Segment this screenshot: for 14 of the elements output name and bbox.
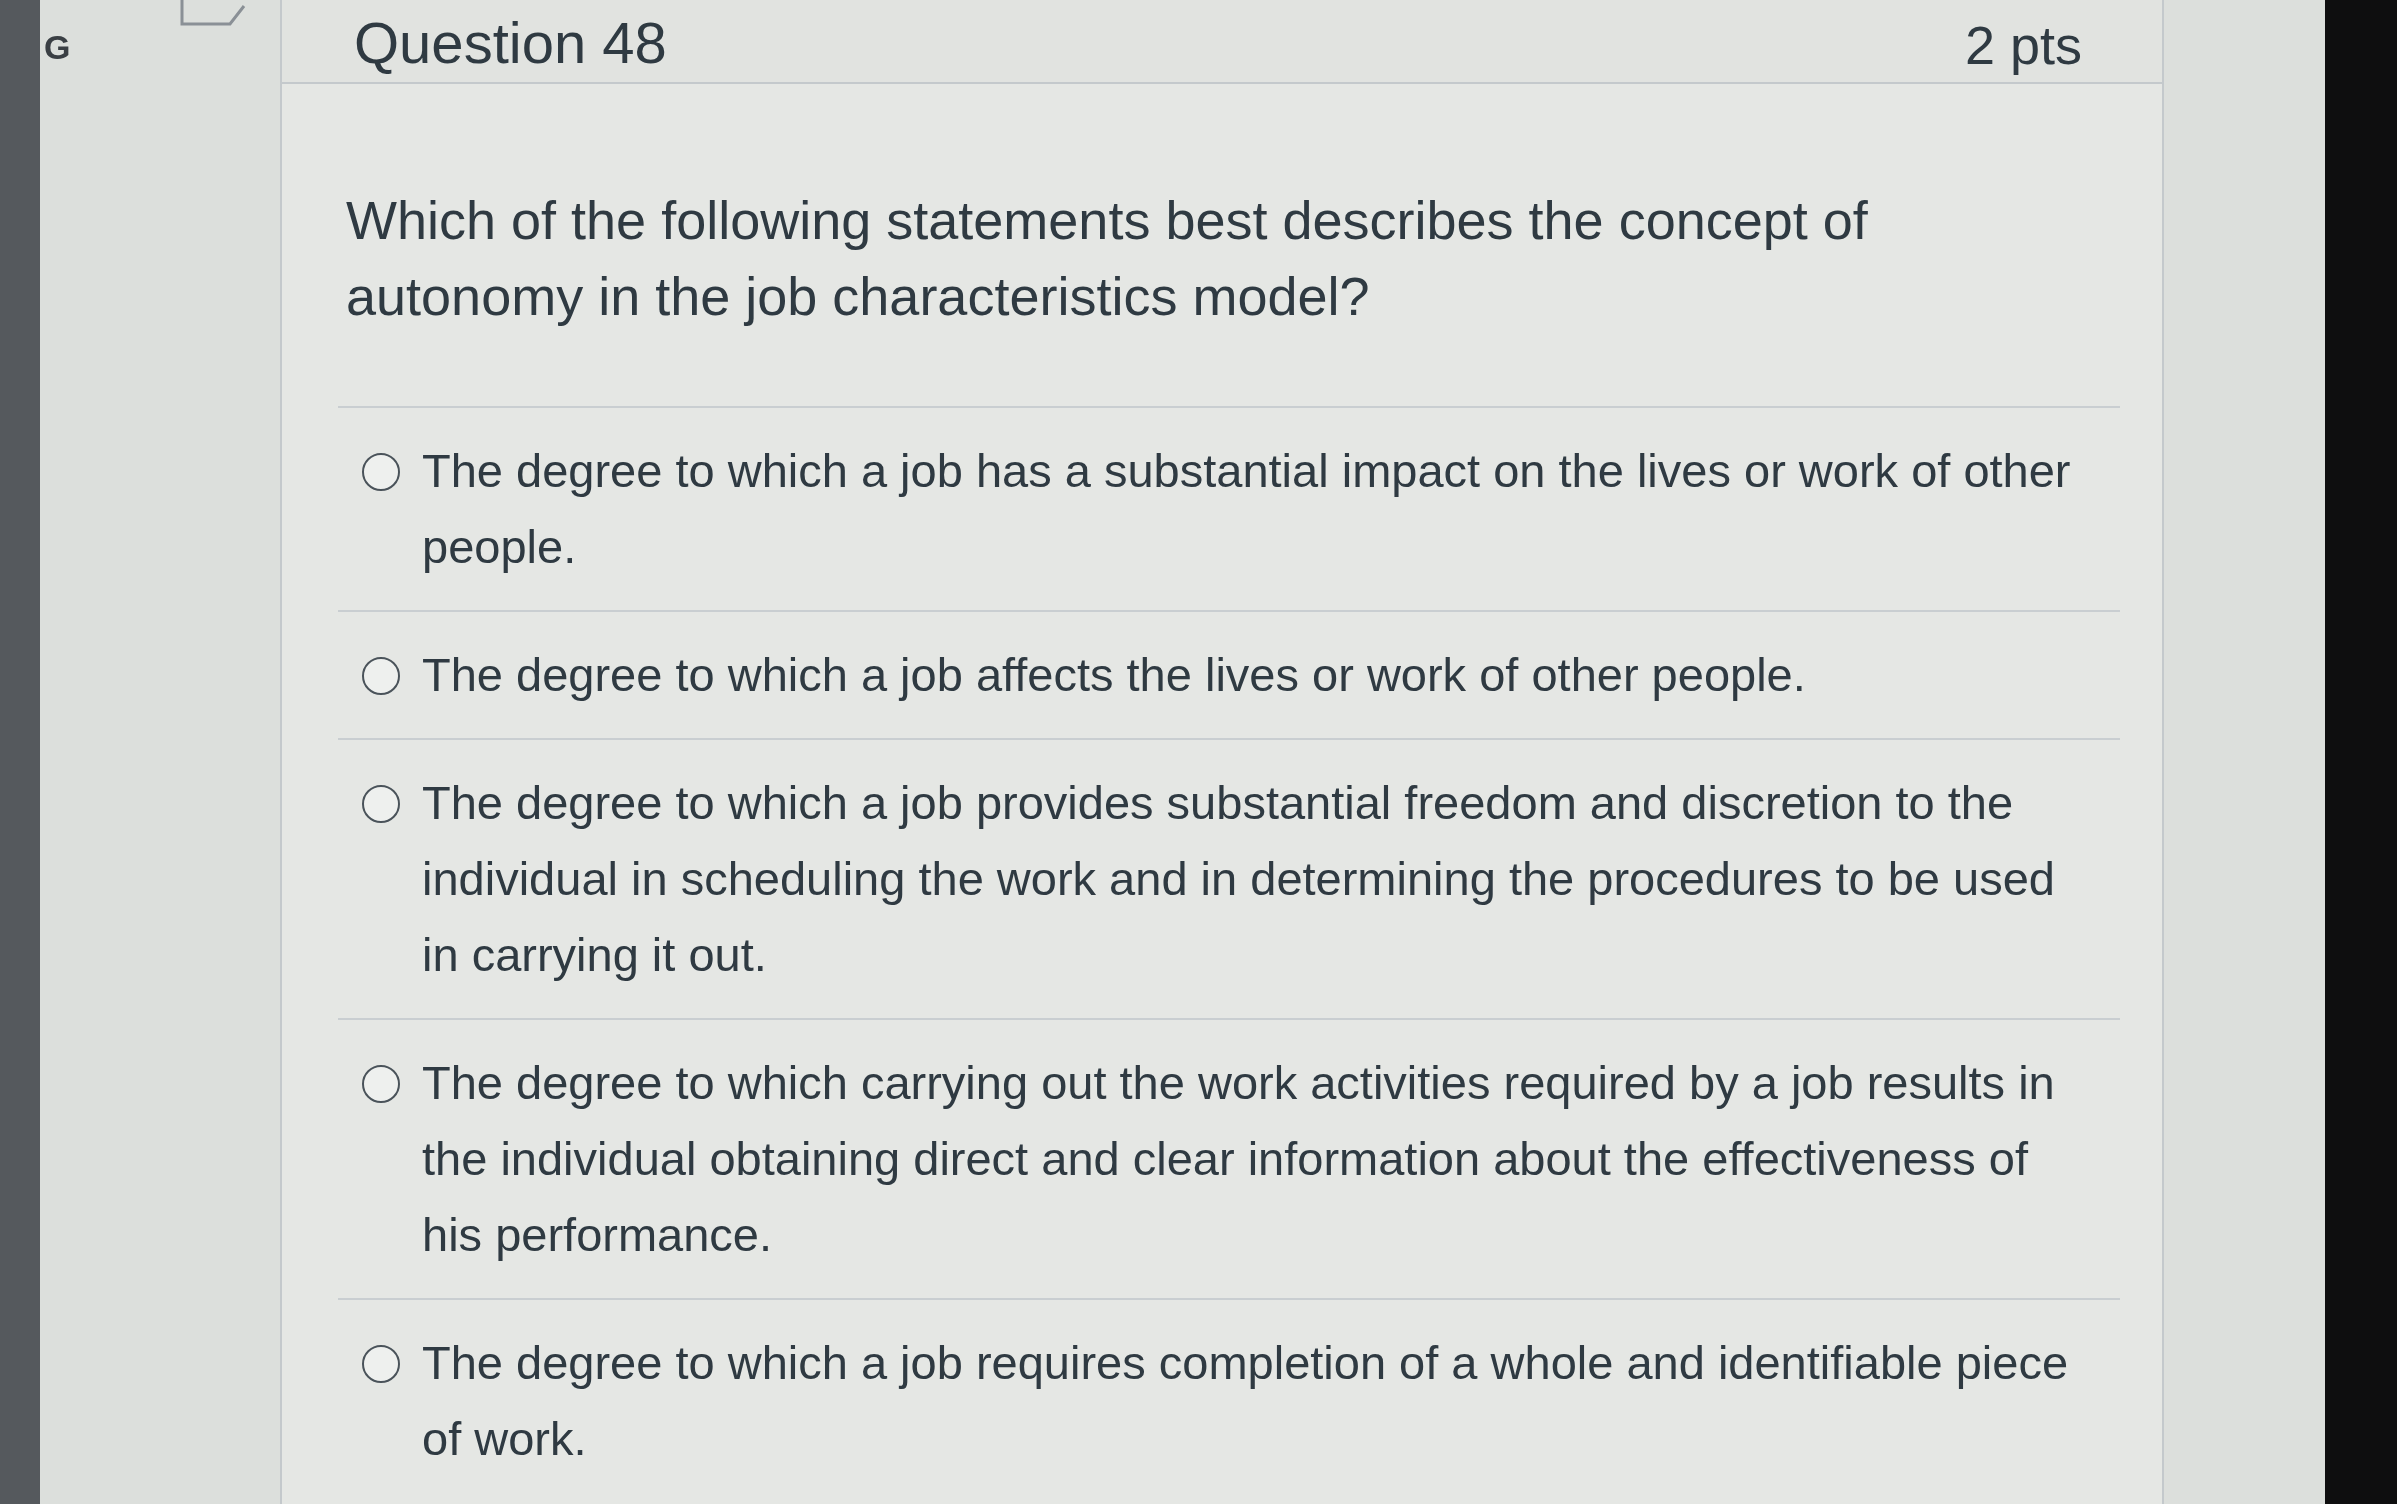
radio-button[interactable]: [362, 453, 400, 491]
square-outline-icon: [180, 0, 246, 26]
radio-button[interactable]: [362, 1065, 400, 1103]
question-title: Question 48: [354, 14, 667, 72]
question-text: Which of the following statements best describes the concept of autonomy in the job characteristics model?: [346, 189, 1869, 328]
sidebar-letter: G: [44, 28, 71, 67]
radio-button[interactable]: [362, 1345, 400, 1383]
radio-button[interactable]: [362, 785, 400, 823]
answer-text: The degree to which a job requires completion of a whole and identifiable piece of work.: [422, 1335, 2070, 1467]
answer-text: The degree to which a job affects the lives or work of other people.: [422, 647, 1807, 703]
answer-text: The degree to which carrying out the work activities required by a job results in the individual obtaining direct and clear information about the effectiveness of his performance.: [422, 1055, 2056, 1263]
answer-text: The degree to which a job provides substantial freedom and discretion to the individual in scheduling the work and in determining the procedures to be used in carrying it out.: [422, 775, 2056, 983]
radio-button[interactable]: [362, 657, 400, 695]
answer-text: The degree to which a job has a substantial impact on the lives or work of other people.: [422, 443, 2072, 575]
